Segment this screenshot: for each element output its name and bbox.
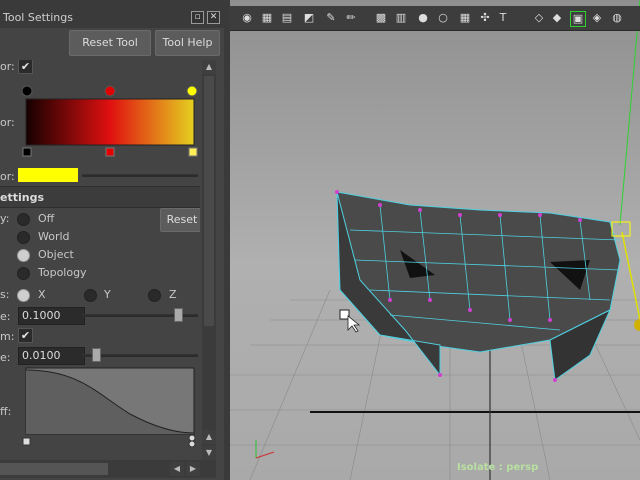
radio-topology[interactable] xyxy=(17,267,30,280)
button-row: Reset Tool Tool Help xyxy=(0,28,224,60)
reset-tool-button[interactable]: Reset Tool xyxy=(69,30,151,56)
viewport-toolbar: ◉ ▦ ▤ ◩ ✎ ✏ ▩ ▥ ● ○ ▦ ✣ T ◇ ◆ ▣ ◈ ◍ xyxy=(230,6,640,31)
ramp-handle-red[interactable] xyxy=(104,85,116,97)
radio-axis-y[interactable] xyxy=(84,289,97,302)
tolerance-label: e: xyxy=(0,351,11,364)
panel-title: Tool Settings xyxy=(3,11,73,24)
radio-world[interactable] xyxy=(17,231,30,244)
isolate-icon[interactable]: ▣ xyxy=(570,11,586,27)
ramp-entry-black[interactable] xyxy=(22,147,32,157)
axis-y-label: Y xyxy=(104,288,111,301)
ramp-gradient[interactable] xyxy=(25,98,195,146)
scroll-right-arrow[interactable]: ▶ xyxy=(186,462,200,476)
radio-topology-label: Topology xyxy=(38,266,87,279)
axis-x-label: X xyxy=(38,288,46,301)
track-icon[interactable]: ✎ xyxy=(324,11,338,25)
text-icon[interactable]: T xyxy=(496,11,510,25)
checker-icon[interactable]: ▦ xyxy=(458,11,472,25)
flat-shade-icon[interactable]: ○ xyxy=(436,11,450,25)
color-label-2: or: xyxy=(0,170,15,183)
sym-checkbox[interactable]: ✔ xyxy=(18,328,33,343)
viewport-status: Isolate : persp xyxy=(457,462,539,473)
cube-shaded-icon[interactable]: ◆ xyxy=(550,11,564,25)
size-field[interactable]: 0.1000 xyxy=(18,307,85,325)
radio-axis-z[interactable] xyxy=(148,289,161,302)
ramp-entry-red[interactable] xyxy=(105,147,115,157)
close-icon[interactable]: ✕ xyxy=(207,11,220,24)
falloff-curve[interactable] xyxy=(20,366,200,454)
tool-help-button[interactable]: Tool Help xyxy=(155,30,220,56)
tool-settings-panel: Tool Settings ▫ ✕ Reset Tool Tool Help o… xyxy=(0,0,224,480)
scroll-thumb[interactable] xyxy=(204,76,214,326)
enable-checkbox[interactable]: ✔ xyxy=(18,60,33,74)
viewport-scene[interactable] xyxy=(230,0,640,480)
symmetry-section-header[interactable]: ettings xyxy=(0,186,200,208)
falloff-label: ff: xyxy=(0,405,12,418)
grid-icon[interactable]: ▩ xyxy=(374,11,388,25)
size-label: e: xyxy=(0,310,11,323)
scroll-down-arrow[interactable]: ▼ xyxy=(202,446,216,460)
color-slider-track[interactable] xyxy=(82,174,198,177)
sphere-icon[interactable]: ● xyxy=(416,11,430,25)
paint-icon[interactable]: ✏ xyxy=(344,11,358,25)
section-title: ettings xyxy=(0,191,44,204)
camera-icon[interactable]: ◉ xyxy=(240,11,254,25)
hscroll-thumb[interactable] xyxy=(0,463,108,475)
ramp-handle-yellow[interactable] xyxy=(186,85,198,97)
horizontal-scrollbar[interactable]: ◀ ▶ xyxy=(0,460,216,478)
scroll-left-arrow[interactable]: ◀ xyxy=(170,462,184,476)
bookmark-icon[interactable]: ▤ xyxy=(280,11,294,25)
panel-titlebar: Tool Settings ▫ ✕ xyxy=(0,6,224,29)
curve-key-start[interactable] xyxy=(22,437,31,446)
radio-off[interactable] xyxy=(17,213,30,226)
film-gate-icon[interactable]: ▥ xyxy=(394,11,408,25)
color-ramp[interactable] xyxy=(20,84,198,159)
check-label: or: xyxy=(0,60,15,73)
radio-off-label: Off xyxy=(38,212,55,225)
curve-key-end-icon[interactable] xyxy=(188,434,196,442)
render-icon[interactable]: ◍ xyxy=(610,11,624,25)
radio-object-label: Object xyxy=(38,248,74,261)
image-plane-icon[interactable]: ◩ xyxy=(302,11,316,25)
settings-content: or: ✔ or: or: ettings y: Off World Objec… xyxy=(0,60,200,460)
cube-wire-icon[interactable]: ◇ xyxy=(532,11,546,25)
ramp-handle-black[interactable] xyxy=(21,85,33,97)
tolerance-slider-thumb[interactable] xyxy=(92,348,101,362)
radio-world-label: World xyxy=(38,230,70,243)
film-icon[interactable]: ▦ xyxy=(260,11,274,25)
radio-axis-x[interactable] xyxy=(17,289,30,302)
scroll-up-arrow[interactable]: ▲ xyxy=(202,60,216,74)
symmetry-label: y: xyxy=(0,212,10,225)
tolerance-field[interactable]: 0.0100 xyxy=(18,347,85,365)
sym-label: m: xyxy=(0,330,15,343)
vertical-scrollbar[interactable]: ▲ ▲ ▼ xyxy=(202,60,216,460)
color-label: or: xyxy=(0,116,15,129)
viewport[interactable]: ◉ ▦ ▤ ◩ ✎ ✏ ▩ ▥ ● ○ ▦ ✣ T ◇ ◆ ▣ ◈ ◍ Isol… xyxy=(230,0,640,480)
float-icon[interactable]: ▫ xyxy=(191,11,204,24)
scroll-up-arrow-bottom[interactable]: ▲ xyxy=(202,430,216,444)
ramp-entry-yellow[interactable] xyxy=(188,147,198,157)
size-slider-thumb[interactable] xyxy=(174,308,183,322)
lights-icon[interactable]: ✣ xyxy=(478,11,492,25)
axis-label: s: xyxy=(0,288,10,301)
radio-object[interactable] xyxy=(17,249,30,262)
reset-button[interactable]: Reset xyxy=(160,208,200,232)
color-swatch[interactable] xyxy=(18,168,78,182)
xray-icon[interactable]: ◈ xyxy=(590,11,604,25)
axis-z-label: Z xyxy=(169,288,177,301)
